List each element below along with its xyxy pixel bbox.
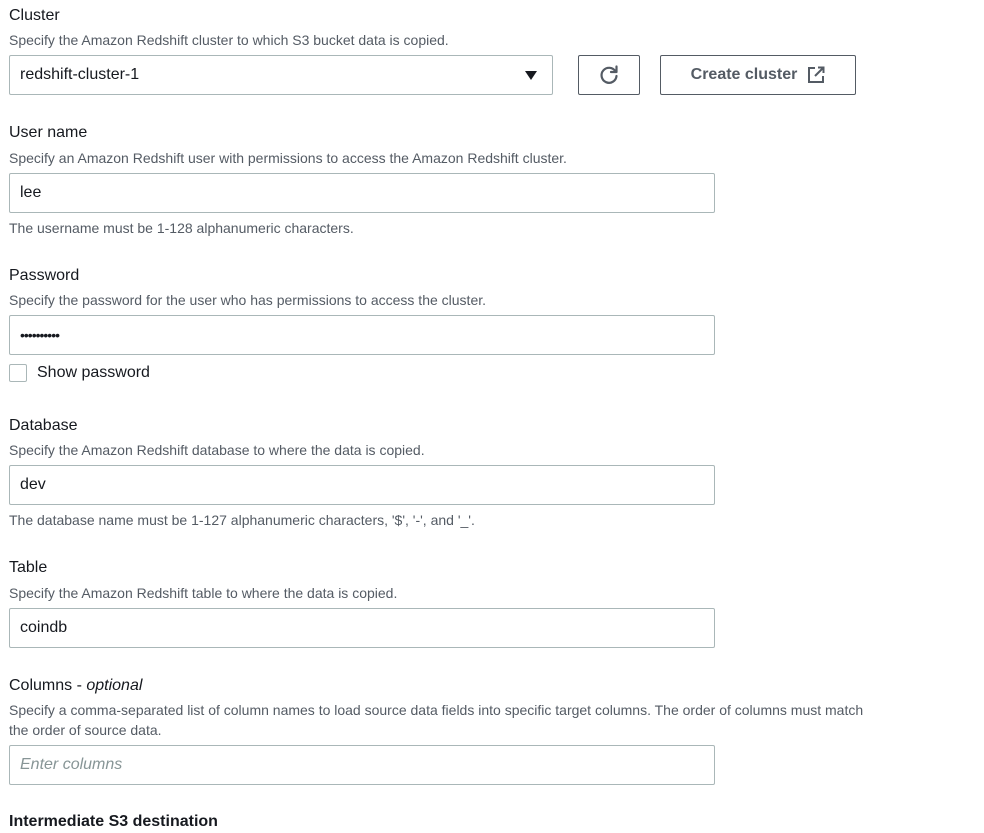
database-hint: The database name must be 1-127 alphanum… — [9, 512, 475, 528]
password-description: Specify the password for the user who ha… — [9, 292, 487, 308]
create-cluster-label: Create cluster — [690, 66, 798, 83]
cluster-select[interactable]: redshift-cluster-1 — [9, 55, 553, 95]
caret-down-icon — [525, 71, 537, 80]
create-cluster-button[interactable]: Create cluster — [660, 55, 856, 95]
password-label: Password — [9, 267, 80, 284]
columns-description-line2: the order of source data. — [9, 722, 162, 738]
cluster-select-value: redshift-cluster-1 — [20, 66, 140, 83]
password-input[interactable]: •••••••••• — [9, 315, 715, 355]
show-password-checkbox[interactable] — [9, 364, 27, 382]
show-password-label[interactable]: Show password — [37, 362, 150, 384]
columns-description-line1: Specify a comma-separated list of column… — [9, 702, 864, 718]
database-input[interactable]: dev — [9, 465, 715, 505]
refresh-icon — [600, 65, 618, 84]
table-description: Specify the Amazon Redshift table to whe… — [9, 585, 398, 601]
columns-label: Columns - optional — [9, 676, 142, 696]
columns-optional-tag: optional — [86, 677, 143, 694]
refresh-button[interactable] — [578, 55, 640, 95]
username-description: Specify an Amazon Redshift user with per… — [9, 150, 567, 166]
database-description: Specify the Amazon Redshift database to … — [9, 442, 425, 458]
table-label: Table — [9, 559, 48, 576]
username-hint: The username must be 1-128 alphanumeric … — [9, 220, 354, 236]
username-input[interactable]: lee — [9, 173, 715, 213]
intermediate-s3-title: Intermediate S3 destination — [9, 813, 218, 830]
cluster-description: Specify the Amazon Redshift cluster to w… — [9, 32, 449, 48]
username-label: User name — [9, 124, 88, 141]
external-link-icon — [807, 66, 825, 84]
password-masked-value: •••••••••• — [20, 327, 60, 343]
table-input[interactable]: coindb — [9, 608, 715, 648]
cluster-label: Cluster — [9, 7, 60, 24]
database-label: Database — [9, 417, 78, 434]
columns-label-text: Columns - — [9, 677, 87, 694]
columns-input[interactable]: Enter columns — [9, 745, 715, 785]
